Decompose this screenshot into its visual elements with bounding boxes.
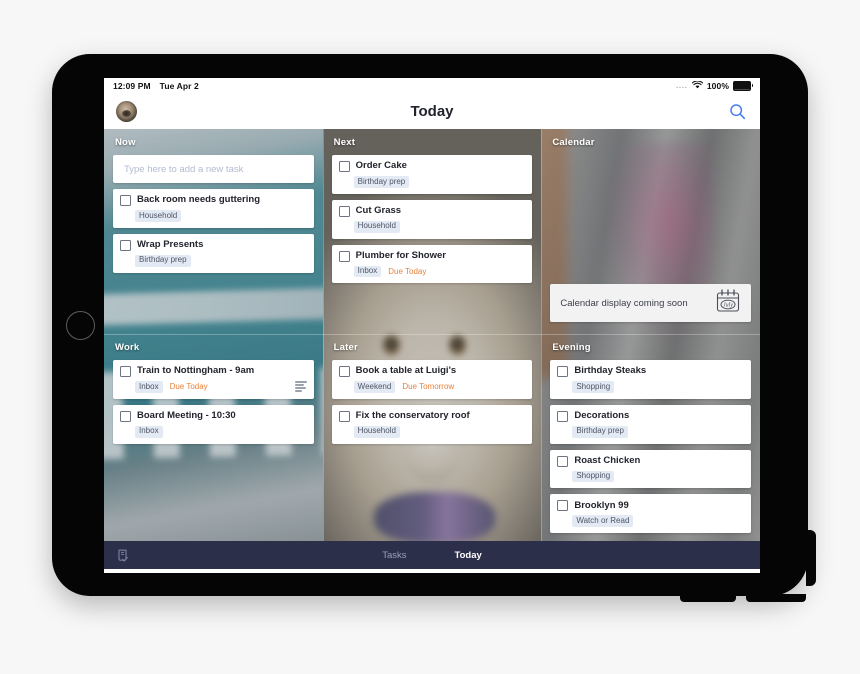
- navigation-bar: Today: [104, 94, 760, 129]
- task-tag: Watch or Read: [572, 515, 634, 528]
- grid-row-bottom: Work Train to Nottingham - 9am Inbox Due…: [104, 334, 760, 541]
- task-title: Birthday Steaks: [574, 365, 647, 377]
- status-date: Tue Apr 2: [159, 81, 199, 91]
- page-title: Today: [410, 103, 454, 120]
- device-foot: [746, 594, 806, 602]
- task-card[interactable]: Order Cake Birthday prep: [331, 155, 533, 194]
- tab-today[interactable]: Today: [455, 550, 482, 561]
- add-task-row[interactable]: [113, 155, 314, 183]
- task-due: Due Today: [388, 266, 427, 276]
- section-title-work: Work: [115, 342, 140, 353]
- task-checkbox[interactable]: [338, 161, 350, 172]
- task-title: Back room needs guttering: [137, 194, 260, 206]
- search-icon[interactable]: [726, 101, 748, 123]
- grid-row-top: Now Back room needs guttering Household: [104, 129, 760, 334]
- task-title: Fix the conservatory roof: [355, 410, 470, 422]
- ipad-screen: 12:09 PM Tue Apr 2 .... 100% Today Now T…: [104, 78, 760, 573]
- tab-bar: Tasks Today: [104, 541, 760, 569]
- notes-icon[interactable]: [294, 380, 307, 392]
- section-calendar: Calendar Calendar display coming soon Ju…: [541, 129, 760, 334]
- task-card[interactable]: Plumber for Shower Inbox Due Today: [331, 244, 533, 284]
- section-grid: Now Back room needs guttering Household: [104, 129, 760, 541]
- task-tag: Household: [135, 210, 182, 222]
- status-bar: 12:09 PM Tue Apr 2 .... 100%: [104, 78, 760, 94]
- task-tag: Birthday prep: [353, 176, 410, 188]
- task-due: Due Tomorrow: [402, 382, 455, 392]
- task-tag: Household: [353, 220, 400, 233]
- task-title: Book a table at Luigi's: [355, 365, 457, 377]
- task-checkbox[interactable]: [338, 250, 350, 262]
- wifi-icon: [691, 80, 704, 91]
- avatar[interactable]: [116, 101, 137, 122]
- ipad-device-frame: 12:09 PM Tue Apr 2 .... 100% Today Now T…: [52, 54, 816, 602]
- task-title: Roast Chicken: [574, 454, 641, 466]
- task-tag: Birthday prep: [135, 254, 191, 267]
- svg-text:July: July: [723, 302, 733, 308]
- battery-icon: [733, 81, 753, 91]
- task-card[interactable]: Fix the conservatory roof Household: [331, 404, 533, 444]
- task-checkbox[interactable]: [120, 366, 131, 377]
- status-time: 12:09 PM: [113, 81, 151, 91]
- task-tag: Weekend: [353, 381, 396, 393]
- task-title: Cut Grass: [355, 205, 402, 217]
- task-title: Decorations: [574, 410, 630, 422]
- task-checkbox[interactable]: [557, 455, 569, 467]
- tab-list: Tasks Today: [104, 550, 760, 561]
- section-title-calendar: Calendar: [552, 137, 595, 148]
- task-due: Due Today: [169, 382, 208, 392]
- task-tag: Household: [353, 425, 400, 438]
- task-checkbox[interactable]: [120, 410, 131, 422]
- task-title: Plumber for Shower: [355, 249, 446, 261]
- section-now: Now Back room needs guttering Household: [104, 129, 323, 334]
- task-card[interactable]: Brooklyn 99 Watch or Read: [550, 494, 752, 534]
- signal-dots-icon: ....: [676, 82, 688, 90]
- task-title: Wrap Presents: [137, 239, 204, 251]
- task-tag: Inbox: [353, 265, 382, 278]
- task-title: Order Cake: [355, 160, 407, 172]
- task-tag: Inbox: [135, 425, 163, 438]
- section-title-later: Later: [333, 342, 358, 353]
- device-foot: [680, 594, 736, 602]
- task-card[interactable]: Birthday Steaks Shopping: [550, 360, 752, 399]
- task-card[interactable]: Back room needs guttering Household: [113, 189, 314, 228]
- section-title-evening: Evening: [552, 342, 591, 353]
- task-checkbox[interactable]: [338, 205, 350, 217]
- checklist-icon[interactable]: [114, 547, 130, 563]
- task-checkbox[interactable]: [120, 195, 131, 206]
- task-checkbox[interactable]: [338, 366, 350, 377]
- section-next: Next Order Cake Birthday prep Cut Grass …: [323, 129, 542, 334]
- calendar-placeholder: Calendar display coming soon July: [550, 284, 752, 322]
- home-button[interactable]: [66, 311, 95, 340]
- section-title-now: Now: [115, 137, 136, 148]
- task-checkbox[interactable]: [557, 366, 569, 377]
- task-checkbox[interactable]: [338, 410, 350, 422]
- calendar-placeholder-text: Calendar display coming soon: [560, 297, 688, 309]
- task-checkbox[interactable]: [557, 500, 569, 512]
- calendar-icon: July: [715, 288, 741, 319]
- add-task-input[interactable]: [122, 162, 305, 176]
- section-work: Work Train to Nottingham - 9am Inbox Due…: [104, 334, 323, 541]
- section-title-next: Next: [333, 137, 356, 148]
- task-tag: Birthday prep: [572, 425, 628, 438]
- task-card[interactable]: Cut Grass Household: [331, 199, 533, 239]
- task-tag: Inbox: [135, 381, 163, 393]
- task-title: Brooklyn 99: [574, 499, 629, 511]
- task-tag: Shopping: [572, 470, 615, 483]
- today-board: Now Back room needs guttering Household: [104, 129, 760, 541]
- task-card[interactable]: Book a table at Luigi's Weekend Due Tomo…: [331, 360, 533, 399]
- task-card[interactable]: Roast Chicken Shopping: [550, 449, 752, 489]
- task-checkbox[interactable]: [120, 239, 131, 251]
- task-card[interactable]: Wrap Presents Birthday prep: [113, 233, 314, 273]
- section-evening: Evening Birthday Steaks Shopping Decorat…: [541, 334, 760, 541]
- tab-tasks[interactable]: Tasks: [382, 550, 406, 561]
- battery-percent: 100%: [706, 81, 729, 91]
- section-later: Later Book a table at Luigi's Weekend Du…: [323, 334, 542, 541]
- task-title: Board Meeting - 10:30: [137, 410, 236, 422]
- task-title: Train to Nottingham - 9am: [137, 365, 255, 377]
- task-tag: Shopping: [572, 381, 615, 393]
- task-card[interactable]: Board Meeting - 10:30 Inbox: [113, 404, 314, 444]
- task-card[interactable]: Train to Nottingham - 9am Inbox Due Toda…: [113, 360, 314, 399]
- task-checkbox[interactable]: [557, 410, 569, 422]
- task-card[interactable]: Decorations Birthday prep: [550, 404, 752, 444]
